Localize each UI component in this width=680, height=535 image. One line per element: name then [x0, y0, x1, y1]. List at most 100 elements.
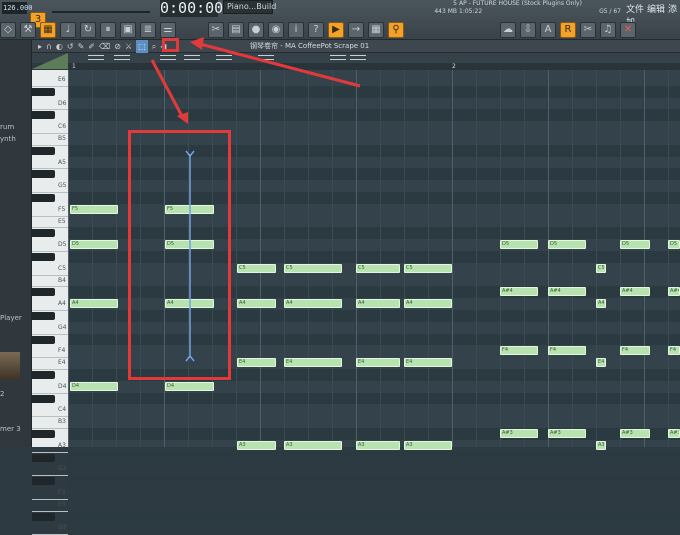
note[interactable]: C5 [596, 263, 606, 273]
microphone-icon[interactable]: ● [248, 22, 264, 38]
help-icon[interactable]: ? [308, 22, 324, 38]
tempo-display[interactable]: 126.000 [2, 2, 33, 14]
black-key[interactable] [32, 335, 55, 344]
note[interactable]: E4 [237, 358, 276, 368]
draw-icon[interactable]: ✎ [78, 40, 85, 53]
browser-item-drum[interactable]: rum [0, 123, 14, 131]
note[interactable]: D5 [500, 240, 538, 250]
playlist-icon[interactable]: ≣ [140, 22, 156, 38]
scissors-icon[interactable]: ✂ [208, 22, 224, 38]
note[interactable]: A#3 [668, 429, 680, 438]
note[interactable]: D5 [548, 240, 586, 250]
black-key[interactable] [32, 430, 55, 438]
note[interactable]: D5 [70, 240, 118, 250]
black-key[interactable] [32, 87, 55, 96]
wrench-icon[interactable]: ⚒ [20, 22, 36, 38]
note[interactable]: F4 [500, 346, 538, 356]
black-key[interactable] [32, 146, 55, 155]
black-key[interactable] [32, 453, 55, 462]
note[interactable]: A#4 [668, 287, 680, 297]
step-edit-icon[interactable]: ▣ [120, 22, 136, 38]
note[interactable]: A#4 [500, 287, 538, 297]
pattern-mode-icon[interactable]: ▦ [40, 22, 56, 38]
delete-icon[interactable]: ⌫ [99, 40, 110, 53]
browser-icon[interactable]: ▦ [368, 22, 384, 38]
mixer-icon[interactable]: ⚌ [160, 22, 176, 38]
piano-icon[interactable]: ♫ [600, 22, 616, 38]
mute-icon[interactable]: ⊘ [114, 40, 121, 53]
plugin-icon[interactable]: ◉ [268, 22, 284, 38]
note[interactable]: D5 [620, 240, 650, 250]
snap-icon[interactable]: ◇ [0, 22, 16, 38]
note[interactable]: A#4 [548, 287, 586, 297]
arrow-right-icon[interactable]: → [348, 22, 364, 38]
note[interactable]: A#3 [620, 429, 650, 438]
menu-edit[interactable]: 编辑 [647, 5, 665, 15]
black-key[interactable] [32, 170, 55, 179]
link-icon[interactable]: ⚲ [388, 22, 404, 38]
slice-icon[interactable]: ⚔ [125, 40, 132, 53]
note[interactable]: A3 [356, 440, 400, 450]
piano-keyboard[interactable]: E6 D6 C6 B5 A5 G5 F5 E5 D5 C5 B4 A4 G4 F4 E4 D4 C4 B3 A3 G3… [32, 70, 68, 535]
menu-file[interactable]: 文件 [626, 5, 644, 15]
browser-item-synth[interactable]: ynth [0, 135, 16, 143]
note[interactable]: E4 [404, 358, 452, 368]
note[interactable]: C5 [237, 263, 276, 273]
pattern-selector[interactable]: Piano...Build [223, 0, 276, 14]
note[interactable]: A#4 [620, 287, 650, 297]
download-icon[interactable]: ⇩ [520, 22, 536, 38]
song-time-display[interactable]: 0:00:00 [160, 0, 223, 17]
note[interactable]: D5 [668, 240, 680, 250]
note[interactable]: F4 [548, 346, 586, 356]
black-key[interactable] [32, 111, 55, 120]
note[interactable]: A4 [404, 299, 452, 309]
cut-icon[interactable]: ✂ [580, 22, 596, 38]
note[interactable]: F4 [668, 346, 680, 356]
select-icon[interactable]: ⬚ [136, 39, 148, 53]
browser-item-player[interactable]: Player [0, 314, 22, 322]
black-key[interactable] [32, 394, 55, 403]
browser-item-2[interactable]: 2 [0, 390, 4, 398]
black-key[interactable] [32, 229, 55, 238]
black-key[interactable] [32, 477, 55, 486]
time-ruler[interactable]: 1 2 [68, 63, 680, 70]
note[interactable]: C5 [404, 263, 452, 273]
record-icon[interactable]: R [560, 22, 576, 38]
note[interactable]: A3 [284, 440, 342, 450]
note[interactable]: D4 [165, 381, 214, 391]
note[interactable]: A4 [596, 299, 606, 309]
note[interactable]: C5 [284, 263, 342, 273]
note[interactable]: A3 [596, 440, 606, 450]
menu-arrow-icon[interactable]: ▸ [38, 40, 42, 53]
record-small-icon[interactable]: ◐ [56, 40, 63, 53]
note[interactable]: A4 [284, 299, 342, 309]
black-key[interactable] [32, 371, 55, 379]
note[interactable]: A#3 [500, 429, 538, 438]
note[interactable]: F4 [620, 346, 650, 356]
black-key[interactable] [32, 194, 55, 202]
close-icon[interactable]: ✕ [620, 22, 636, 38]
note[interactable]: E4 [356, 358, 400, 368]
cloud-icon[interactable]: ☁ [500, 22, 516, 38]
black-key[interactable] [32, 312, 55, 320]
note[interactable]: C5 [356, 263, 400, 273]
note[interactable]: A#3 [548, 429, 586, 438]
render-icon[interactable]: ▶ [328, 22, 344, 38]
wait-icon[interactable]: ⏸ [100, 22, 116, 38]
note[interactable]: D4 [70, 381, 118, 391]
note[interactable]: E4 [596, 358, 606, 368]
alt-icon[interactable]: A [540, 22, 556, 38]
browser-item-hammer[interactable]: mer 3 [0, 425, 21, 433]
zoom-icon[interactable]: ⌕ [152, 40, 156, 53]
black-key[interactable] [32, 253, 55, 261]
metronome-icon[interactable]: ♩ [60, 22, 76, 38]
black-key[interactable] [32, 512, 55, 521]
note[interactable]: F5 [70, 204, 118, 214]
loop-icon[interactable]: ↻ [80, 22, 96, 38]
note[interactable]: A4 [237, 299, 276, 309]
note[interactable]: A4 [70, 299, 118, 309]
note[interactable]: A3 [237, 440, 276, 450]
channel-rack-icon[interactable]: ▤ [228, 22, 244, 38]
paint-icon[interactable]: ✐ [88, 40, 95, 53]
black-key[interactable] [32, 288, 55, 297]
